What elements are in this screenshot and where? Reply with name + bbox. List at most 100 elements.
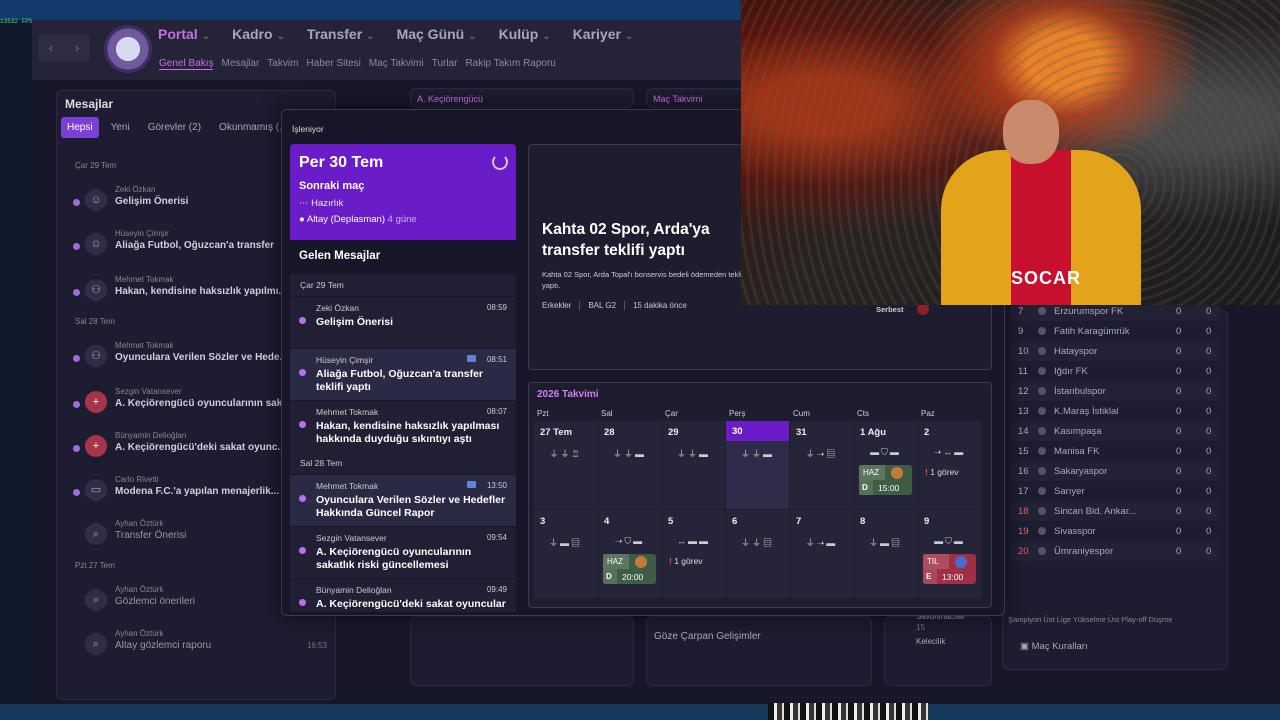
message-filters: Hepsi Yeni Görevler (2) Okunmamış (... bbox=[61, 117, 293, 138]
video-overlay: SOCAR bbox=[741, 0, 1280, 305]
inbox-item[interactable]: Bünyamin Delioğlan 09:49 A. Keçiörengücü'd… bbox=[290, 579, 516, 612]
league-row[interactable]: 18 Sincan Bld. Ankar... 0 0 bbox=[1010, 502, 1220, 521]
subject: A. Keçiörengücü oyuncularının sakatlık r… bbox=[316, 546, 472, 571]
sender: Zeki Özkan bbox=[316, 303, 359, 313]
calendar-day[interactable]: 2 ➝↔▬ ! 1 görev bbox=[918, 421, 981, 509]
day-header: Sal 28 Tem bbox=[75, 317, 115, 326]
subnav-turlar[interactable]: Turlar bbox=[432, 58, 458, 70]
points: 0 bbox=[1206, 506, 1212, 517]
nav-kariyer[interactable]: Kariyer ⌄ bbox=[573, 26, 634, 42]
sender: Bünyamin Delioğlan bbox=[115, 431, 187, 440]
league-legend: Şampiyon Üst Lige Yükselme Üst Play-off … bbox=[1008, 615, 1173, 624]
filter-new[interactable]: Yeni bbox=[105, 117, 136, 138]
league-row[interactable]: 12 İstanbulspor 0 0 bbox=[1010, 382, 1220, 401]
subnav-mac-takvimi[interactable]: Maç Takvimi bbox=[369, 58, 424, 70]
played: 0 bbox=[1176, 486, 1182, 497]
league-row[interactable]: 17 Sarıyer 0 0 bbox=[1010, 482, 1220, 501]
team-crest-icon bbox=[1038, 327, 1046, 335]
match-chip[interactable]: TIL E 13:00 bbox=[923, 554, 976, 584]
team-name: Sarıyer bbox=[1054, 486, 1085, 497]
task-count: ! 1 görev bbox=[669, 556, 703, 566]
calendar-day[interactable]: 5 ↔▬▬ ! 1 görev bbox=[662, 510, 725, 598]
inbox-item[interactable]: Hüseyin Çimşir 08:51 Aliağa Futbol, Oğuzca… bbox=[290, 349, 516, 400]
filter-tasks[interactable]: Görevler (2) bbox=[142, 117, 207, 138]
calendar-day[interactable]: 8 ⏚▬▤ bbox=[854, 510, 917, 598]
calendar-day[interactable]: 3 ⏚▬▤ bbox=[534, 510, 597, 598]
nav-mac-gunu[interactable]: Maç Günü ⌄ bbox=[397, 26, 477, 42]
league-row[interactable]: 19 Sivasspor 0 0 bbox=[1010, 522, 1220, 541]
day-number: 4 bbox=[604, 516, 610, 527]
nav-portal[interactable]: Portal ⌄ bbox=[158, 26, 210, 42]
calendar-weekdays: Pzt Sal Çar Perş Cum Cts Paz bbox=[534, 409, 982, 419]
inbox-item[interactable]: Mehmet Tokmak 13:50 Oyunculara Verilen Söz… bbox=[290, 475, 516, 526]
subnav-takvim[interactable]: Takvim bbox=[267, 58, 298, 70]
team-crest-icon bbox=[1038, 407, 1046, 415]
subnav-genel-bakis[interactable]: Genel Bakış bbox=[159, 58, 214, 70]
day-number: 27 Tem bbox=[540, 427, 573, 438]
next-match-card[interactable]: Per 30 Tem Sonraki maç ⋯ Hazırlık ● Alta… bbox=[290, 144, 516, 240]
league-position: 17 bbox=[1018, 486, 1029, 497]
league-row[interactable]: 10 Hatayspor 0 0 bbox=[1010, 342, 1220, 361]
league-row[interactable]: 14 Kasımpaşa 0 0 bbox=[1010, 422, 1220, 441]
points: 0 bbox=[1206, 386, 1212, 397]
league-row[interactable]: 20 Ümraniyespor 0 0 bbox=[1010, 542, 1220, 561]
calendar-day[interactable]: 6 ⏚⏚▤ bbox=[726, 510, 789, 598]
league-row[interactable]: 16 Sakaryaspor 0 0 bbox=[1010, 462, 1220, 481]
league-row[interactable]: 11 Iğdır FK 0 0 bbox=[1010, 362, 1220, 381]
staff-icon: ☺ bbox=[85, 189, 107, 211]
unread-dot bbox=[299, 317, 306, 324]
team-name: Erzurumspor FK bbox=[1054, 306, 1124, 317]
calendar-day[interactable]: 27 Tem ⏚⏚♖ bbox=[534, 421, 597, 509]
calendar-day[interactable]: 31 ⏚➝▤ bbox=[790, 421, 853, 509]
match-venue: HAZ bbox=[603, 554, 629, 569]
league-position: 16 bbox=[1018, 466, 1029, 477]
inbox-item[interactable]: Zeki Özkan 08:59 Gelişim Önerisi bbox=[290, 297, 516, 348]
league-row[interactable]: 13 K.Maraş İstiklal 0 0 bbox=[1010, 402, 1220, 421]
nav-kulup[interactable]: Kulüp ⌄ bbox=[499, 26, 551, 42]
team-crest-icon bbox=[1038, 427, 1046, 435]
inbox-item[interactable]: Sezgin Vatansever 09:54 A. Keçiörengücü oy… bbox=[290, 527, 516, 578]
back-icon[interactable]: ‹ bbox=[49, 41, 53, 55]
calendar-day[interactable]: 4 ➝⛉▬ HAZ D 20:00 bbox=[598, 510, 661, 598]
league-row[interactable]: 15 Manisa FK 0 0 bbox=[1010, 442, 1220, 461]
match-chip[interactable]: HAZ D 15:00 bbox=[859, 465, 912, 495]
calendar-day[interactable]: 28 ⏚⏚▬ bbox=[598, 421, 661, 509]
unread-dot bbox=[299, 421, 306, 428]
subnav-haber-sitesi[interactable]: Haber Sitesi bbox=[306, 58, 360, 70]
calendar-day[interactable]: 9 ▬⛉▬ TIL E 13:00 bbox=[918, 510, 981, 598]
list-item[interactable]: ⌕ Ayhan Öztürk Altay gözlemci raporu 16:53 bbox=[73, 629, 333, 663]
forward-icon[interactable]: › bbox=[75, 41, 79, 55]
inbox-item[interactable]: Mehmet Tokmak 08:07 Hakan, kendisine haksı… bbox=[290, 401, 516, 452]
opponent-crest-icon: ● bbox=[299, 214, 307, 225]
played: 0 bbox=[1176, 366, 1182, 377]
team-crest-icon bbox=[1038, 447, 1046, 455]
loading-spinner-icon bbox=[492, 154, 508, 170]
sender: Ayhan Öztürk bbox=[115, 585, 164, 594]
league-row[interactable]: 9 Fatih Karagümrük 0 0 bbox=[1010, 322, 1220, 341]
calendar-grid: 27 Tem ⏚⏚♖ 28 ⏚⏚▬ 29 ⏚⏚▬ 30 ⏚⏚▬ 31 ⏚➝▤ 1 Ağu ▬… bbox=[534, 421, 982, 599]
points: 0 bbox=[1206, 306, 1212, 317]
chevron-down-icon: ⌄ bbox=[542, 31, 551, 42]
calendar-day[interactable]: 1 Ağu ▬⛉▬ HAZ D 15:00 bbox=[854, 421, 917, 509]
subject: Oyunculara Verilen Sözler ve Hede... bbox=[115, 352, 288, 363]
sender: Hüseyin Çimşir bbox=[316, 355, 374, 365]
match-rules-link[interactable]: ▣ Maç Kuralları bbox=[1020, 641, 1088, 652]
staff-icon: ☺ bbox=[85, 233, 107, 255]
team-crest-icon bbox=[1038, 547, 1046, 555]
subnav-rakip-rapor[interactable]: Rakip Takım Raporu bbox=[465, 58, 555, 70]
day-number: 5 bbox=[668, 516, 674, 527]
nav-kadro[interactable]: Kadro ⌄ bbox=[232, 26, 285, 42]
calendar-day-today[interactable]: 30 ⏚⏚▬ bbox=[726, 421, 789, 509]
points: 0 bbox=[1206, 326, 1212, 337]
calendar-day[interactable]: 7 ⏚➝▬ bbox=[790, 510, 853, 598]
subnav-mesajlar[interactable]: Mesajlar bbox=[221, 58, 259, 70]
training-icons: ⏚➝▤ bbox=[805, 449, 838, 459]
calendar-day[interactable]: 29 ⏚⏚▬ bbox=[662, 421, 725, 509]
nav-transfer[interactable]: Transfer ⌄ bbox=[307, 26, 375, 42]
history-arrows[interactable]: ‹ › bbox=[38, 34, 90, 62]
match-chip[interactable]: HAZ D 20:00 bbox=[603, 554, 656, 584]
club-crest[interactable] bbox=[104, 25, 152, 73]
team-panel-header[interactable]: A. Keçiörengücü bbox=[410, 88, 634, 108]
team-name: Sakaryaspor bbox=[1054, 466, 1108, 477]
filter-all[interactable]: Hepsi bbox=[61, 117, 99, 138]
